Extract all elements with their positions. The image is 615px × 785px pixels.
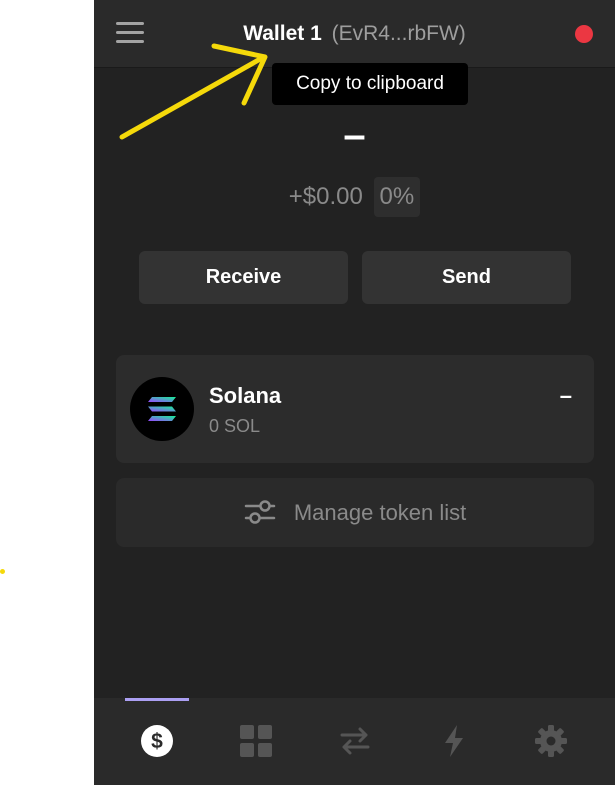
left-blank-area	[0, 0, 94, 785]
header: Wallet 1 (EvR4...rbFW)	[94, 0, 615, 68]
wallet-title[interactable]: Wallet 1 (EvR4...rbFW)	[94, 20, 615, 48]
annotation-dot	[0, 569, 5, 574]
nav-tab-activity[interactable]	[422, 698, 486, 785]
token-row-solana[interactable]: Solana 0 SOL –	[116, 355, 594, 463]
total-balance: –	[343, 113, 366, 157]
wallet-panel: Wallet 1 (EvR4...rbFW) Copy to clipboard…	[94, 0, 615, 785]
token-name: Solana	[209, 383, 282, 408]
bottom-nav: $	[94, 698, 615, 785]
balance-change: +$0.00 0%	[94, 177, 615, 217]
grid-icon	[240, 725, 272, 757]
wallet-name[interactable]: Wallet 1	[243, 22, 322, 45]
change-percent: 0%	[373, 177, 421, 217]
connection-status-dot[interactable]	[575, 25, 593, 43]
copy-tooltip: Copy to clipboard	[272, 63, 468, 105]
dollar-icon: $	[141, 725, 173, 757]
token-amount: 0 SOL	[209, 416, 261, 436]
token-value: –	[559, 383, 572, 408]
swap-icon	[340, 727, 370, 755]
wallet-address[interactable]: (EvR4...rbFW)	[332, 22, 466, 45]
svg-text:$: $	[151, 730, 163, 753]
receive-button[interactable]: Receive	[139, 251, 348, 304]
change-amount: +$0.00	[288, 183, 363, 210]
manage-token-list-button[interactable]: Manage token list	[116, 478, 594, 547]
nav-tab-settings[interactable]	[519, 698, 583, 785]
send-button[interactable]: Send	[362, 251, 571, 304]
nav-active-indicator	[125, 698, 189, 701]
gear-icon	[535, 725, 567, 757]
sliders-icon	[244, 500, 275, 524]
nav-tab-collectibles[interactable]	[224, 698, 288, 785]
nav-tab-swap[interactable]	[323, 698, 387, 785]
page: Wallet 1 (EvR4...rbFW) Copy to clipboard…	[0, 0, 615, 785]
nav-tab-wallet[interactable]: $	[125, 698, 189, 785]
lightning-icon	[445, 725, 463, 757]
solana-logo-icon	[130, 377, 194, 441]
manage-token-list-label: Manage token list	[293, 500, 467, 525]
